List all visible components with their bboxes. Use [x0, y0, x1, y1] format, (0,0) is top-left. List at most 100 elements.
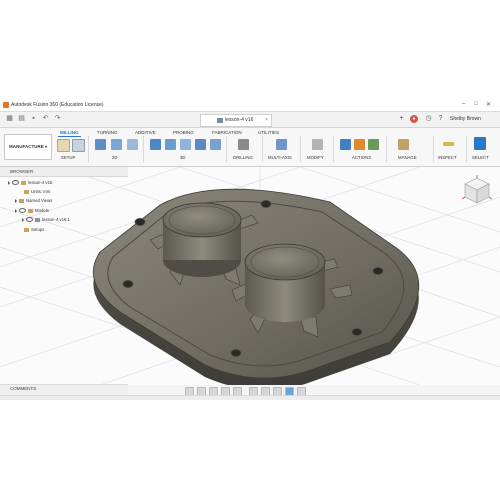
setup-sheet-icon[interactable] — [368, 139, 379, 150]
2d-adaptive-icon[interactable] — [95, 139, 106, 150]
browser-item-setups[interactable]: Setups — [24, 227, 44, 232]
boss-2 — [244, 243, 326, 322]
save-icon[interactable]: ▪ — [29, 115, 38, 123]
tool-library-icon[interactable] — [398, 139, 409, 150]
browser-item-label: Named Views — [26, 198, 53, 203]
boss-1 — [162, 202, 242, 277]
pocket-clearing-icon[interactable] — [165, 139, 176, 150]
browser-item-label: Models — [35, 208, 49, 213]
viewcube-icon[interactable] — [462, 175, 492, 205]
tab-turning[interactable]: TURNING — [97, 130, 118, 135]
group-drilling[interactable]: DRILLING — [233, 155, 253, 160]
eye-icon[interactable] — [12, 180, 19, 186]
multi-axis-icon[interactable] — [276, 139, 287, 150]
redo-icon[interactable]: ↷ — [53, 115, 62, 123]
folder-icon — [24, 227, 29, 232]
chevron-down-icon: ▾ — [45, 144, 48, 149]
tab-milling[interactable]: MILLING — [58, 130, 80, 137]
divider — [466, 136, 467, 162]
tab-probing[interactable]: PROBING — [173, 130, 194, 135]
maximize-icon[interactable]: □ — [474, 101, 478, 107]
divider — [226, 136, 227, 162]
close-window-icon[interactable]: ✕ — [486, 101, 491, 108]
browser-item-label: lesson-4 v16 — [28, 180, 53, 185]
simulate-icon[interactable] — [340, 139, 351, 150]
group-manage[interactable]: MANAGE — [398, 155, 417, 160]
divider — [88, 136, 89, 162]
scallop-icon[interactable] — [195, 139, 206, 150]
eye-icon[interactable] — [19, 208, 26, 214]
tab-utilities[interactable]: UTILITIES — [258, 130, 279, 135]
expand-icon[interactable] — [8, 180, 10, 185]
group-setup[interactable]: SETUP — [61, 155, 75, 160]
close-icon[interactable]: × — [265, 115, 268, 126]
expand-icon[interactable] — [15, 208, 17, 213]
browser-item-named-views[interactable]: Named Views — [15, 198, 52, 203]
workspace-switcher[interactable]: MANUFACTURE ▾ — [4, 134, 52, 160]
extensions-icon[interactable]: ● — [410, 115, 418, 123]
grid-menu-icon[interactable]: ▦ — [5, 115, 14, 123]
measure-icon[interactable] — [443, 142, 454, 146]
file-menu-icon[interactable]: ▤ — [17, 115, 26, 123]
group-3d[interactable]: 3D — [180, 155, 186, 160]
comments-title: COMMENTS — [10, 386, 37, 391]
component-icon — [35, 217, 40, 222]
workspace-label: MANUFACTURE — [8, 144, 44, 149]
face-icon[interactable] — [127, 139, 138, 150]
document-tab[interactable]: lesson-4 v16 × — [200, 114, 272, 127]
setup-folder-icon[interactable] — [57, 139, 70, 152]
browser-header[interactable]: BROWSER — [0, 167, 128, 177]
group-select[interactable]: SELECT — [472, 155, 489, 160]
canvas-viewport[interactable]: BROWSER lesson-4 v16 Units: mm Named Vie… — [0, 167, 500, 385]
group-inspect[interactable]: INSPECT — [438, 155, 457, 160]
contour-icon[interactable] — [210, 139, 221, 150]
folder-icon — [28, 208, 33, 213]
group-multi-axis[interactable]: MULTI-AXIS — [268, 155, 292, 160]
browser-item-label: Units: mm — [31, 189, 51, 194]
group-2d[interactable]: 2D — [112, 155, 118, 160]
divider — [333, 136, 334, 162]
browser-item-models[interactable]: Models — [15, 208, 49, 214]
expand-icon[interactable] — [15, 198, 17, 203]
minimize-icon[interactable]: – — [462, 101, 465, 107]
user-name[interactable]: Shelby Brown — [450, 114, 481, 125]
group-modify[interactable]: MODIFY — [307, 155, 324, 160]
undo-icon[interactable]: ↶ — [41, 115, 50, 123]
tab-fabrication[interactable]: FABRICATION — [212, 130, 242, 135]
quick-access-toolbar: ▦ ▤ ▪ ↶ ↷ lesson-4 v16 × + ● ◷ ? Shelby … — [0, 112, 500, 128]
fusion-logo-icon — [3, 102, 9, 108]
scissors-icon[interactable] — [312, 139, 323, 150]
select-arrow-icon[interactable] — [474, 137, 486, 150]
eye-icon[interactable] — [26, 217, 33, 223]
component-icon — [217, 118, 223, 123]
comments-panel[interactable]: COMMENTS — [0, 384, 128, 393]
clock-icon[interactable]: ◷ — [424, 115, 433, 123]
browser-item-root[interactable]: lesson-4 v16 — [8, 180, 53, 186]
browser-item-units[interactable]: Units: mm — [24, 189, 50, 194]
window-title: Autodesk Fusion 360 (Education License) — [11, 102, 104, 108]
drill-icon[interactable] — [238, 139, 249, 150]
divider — [300, 136, 301, 162]
fusion-window: Autodesk Fusion 360 (Education License) … — [0, 100, 500, 400]
title-bar: Autodesk Fusion 360 (Education License) … — [0, 100, 500, 112]
post-process-icon[interactable] — [354, 139, 365, 150]
document-tab-label: lesson-4 v16 — [225, 117, 254, 123]
ribbon: MANUFACTURE ▾ MILLING TURNING ADDITIVE P… — [0, 128, 500, 167]
divider — [262, 136, 263, 162]
help-icon[interactable]: ? — [436, 115, 445, 123]
browser-item-label: Setups — [31, 227, 45, 232]
model-canvas[interactable] — [0, 167, 500, 385]
browser-title: BROWSER — [10, 169, 34, 174]
tab-additive[interactable]: ADDITIVE — [135, 130, 156, 135]
browser-item-model-component[interactable]: lesson-4 v16:1 — [22, 217, 70, 223]
2d-pocket-icon[interactable] — [111, 139, 122, 150]
group-actions[interactable]: ACTIONS — [352, 155, 371, 160]
folder-icon — [19, 198, 24, 203]
add-tab-icon[interactable]: + — [397, 115, 406, 123]
steep-shallow-icon[interactable] — [180, 139, 191, 150]
folder-icon — [24, 189, 29, 194]
3d-adaptive-icon[interactable] — [150, 139, 161, 150]
browser-item-label: lesson-4 v16:1 — [42, 217, 70, 222]
setup-icon[interactable] — [72, 139, 85, 152]
expand-icon[interactable] — [22, 217, 24, 222]
